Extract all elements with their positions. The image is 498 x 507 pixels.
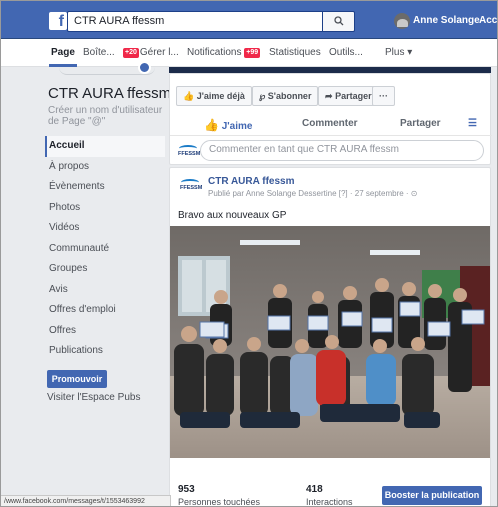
ffessm-logo-text: FFESSM [180,185,203,191]
sidebar-item-about[interactable]: À propos [45,157,165,178]
tab-label: Outils... [329,47,363,58]
user-name-link[interactable]: Anne Solange [413,15,480,26]
reach-label: Personnes touchées [178,497,261,507]
reaction-bar: 👍 J'aime Commenter Partager ☰ [170,114,492,136]
ffessm-logo-icon: FFESSM [180,177,202,195]
sidebar-item-photos[interactable]: Photos [45,198,165,219]
search-button[interactable] [323,11,355,32]
notification-badge: +99 [244,48,261,58]
follow-button[interactable]: ℘ S'abonner [252,86,319,106]
engagement-count: 418 [306,484,323,495]
rss-icon: ℘ [259,91,266,101]
sidebar-item-community[interactable]: Communauté [45,239,165,260]
ffessm-logo-text: FFESSM [178,151,201,157]
comment-composer: FFESSM Commenter en tant que CTR AURA ff… [170,136,492,166]
sidebar-item-events[interactable]: Évènements [45,177,165,198]
like-button[interactable]: 👍 J'aime [204,118,252,132]
sidebar-item-jobs[interactable]: Offres d'emploi [45,300,165,321]
browser-frame: f CTR AURA ffessm Anne Solange Accueil P… [0,0,498,507]
edit-profile-picture-icon[interactable] [138,61,151,74]
sidebar-item-videos[interactable]: Vidéos [45,218,165,239]
post-card: FFESSM CTR AURA ffessm Publié par Anne S… [169,167,491,507]
like-label: J'aime [221,121,253,132]
thumbs-up-icon: 👍 [204,118,219,132]
page-title[interactable]: CTR AURA ffessm [48,85,171,102]
tab-label: Statistiques [269,47,321,58]
tab-label: Plus ▾ [385,47,413,58]
share-page-label: Partager [335,91,372,101]
sidebar-item-offers[interactable]: Offres [45,321,165,342]
tab-label: Gérer l... [139,47,179,58]
promote-button[interactable]: Promouvoir [47,370,107,388]
create-username-link[interactable]: Créer un nom d'utilisateur de Page "@" [48,105,168,127]
share-page-button[interactable]: ➦ Partager [318,86,379,106]
post-author-link[interactable]: CTR AURA ffessm [208,176,295,187]
search-icon [333,16,343,26]
tab-label: Boîte... [83,47,115,58]
boost-post-button[interactable]: Booster la publication [382,486,482,505]
sidebar-item-groups[interactable]: Groupes [45,259,165,280]
tab-inbox[interactable]: Boîte... [83,47,115,58]
facebook-top-bar: f CTR AURA ffessm Anne Solange Accueil [1,1,497,39]
page-sidebar-nav: Accueil À propos Évènements Photos Vidéo… [45,136,165,362]
group-photo-image [170,226,490,458]
reach-count: 953 [178,484,195,495]
notification-badge: +20 [123,48,139,58]
post-text: Bravo aux nouveaux GP [178,210,287,221]
share-arrow-icon: ➦ [325,91,333,101]
sidebar-item-posts[interactable]: Publications [45,341,165,362]
follow-label: S'abonner [267,91,312,101]
facebook-logo-icon[interactable]: f [49,12,67,30]
browser-status-bar: /www.facebook.com/messages/t/1553463992 [1,495,171,506]
tab-more[interactable]: Plus ▾ [385,47,412,58]
tab-label: Page [51,47,75,58]
sidebar-item-home[interactable]: Accueil [45,136,165,157]
tab-manage[interactable]: +20 Gérer l... [123,47,179,58]
ads-center-link[interactable]: Visiter l'Espace Pubs [47,392,140,403]
user-avatar[interactable] [394,13,410,29]
main-column: 👍 J'aime déjà ℘ S'abonner ➦ Partager ···… [169,67,492,507]
thumbs-up-icon: 👍 [183,91,195,101]
more-options-button[interactable]: ··· [372,86,395,106]
ffessm-logo-icon: FFESSM [178,143,200,161]
engagement-label: Interactions [306,497,353,507]
reactions-menu-icon[interactable]: ☰ [468,118,477,129]
home-link[interactable]: Accueil [479,15,497,26]
tab-page[interactable]: Page [51,47,75,58]
liked-page-button[interactable]: 👍 J'aime déjà [176,86,252,106]
post-meta: Publié par Anne Solange Dessertine [?] ·… [208,189,418,198]
sidebar-item-reviews[interactable]: Avis [45,280,165,301]
share-button[interactable]: Partager [400,118,441,129]
liked-page-label: J'aime déjà [196,91,245,101]
previous-post-card: 👍 J'aime déjà ℘ S'abonner ➦ Partager ···… [169,73,492,166]
post-photo[interactable] [170,226,490,458]
comment-input[interactable]: Commenter en tant que CTR AURA ffessm [200,140,484,161]
tab-tools[interactable]: Outils... [329,47,363,58]
tab-label: Notifications [187,47,242,58]
tab-insights[interactable]: Statistiques [269,47,321,58]
search-input[interactable]: CTR AURA ffessm [67,11,323,32]
page-admin-nav: Page Boîte... +20 Gérer l... Notification… [1,39,497,67]
tab-notifications[interactable]: Notifications +99 [187,47,261,58]
comment-button[interactable]: Commenter [302,118,358,129]
